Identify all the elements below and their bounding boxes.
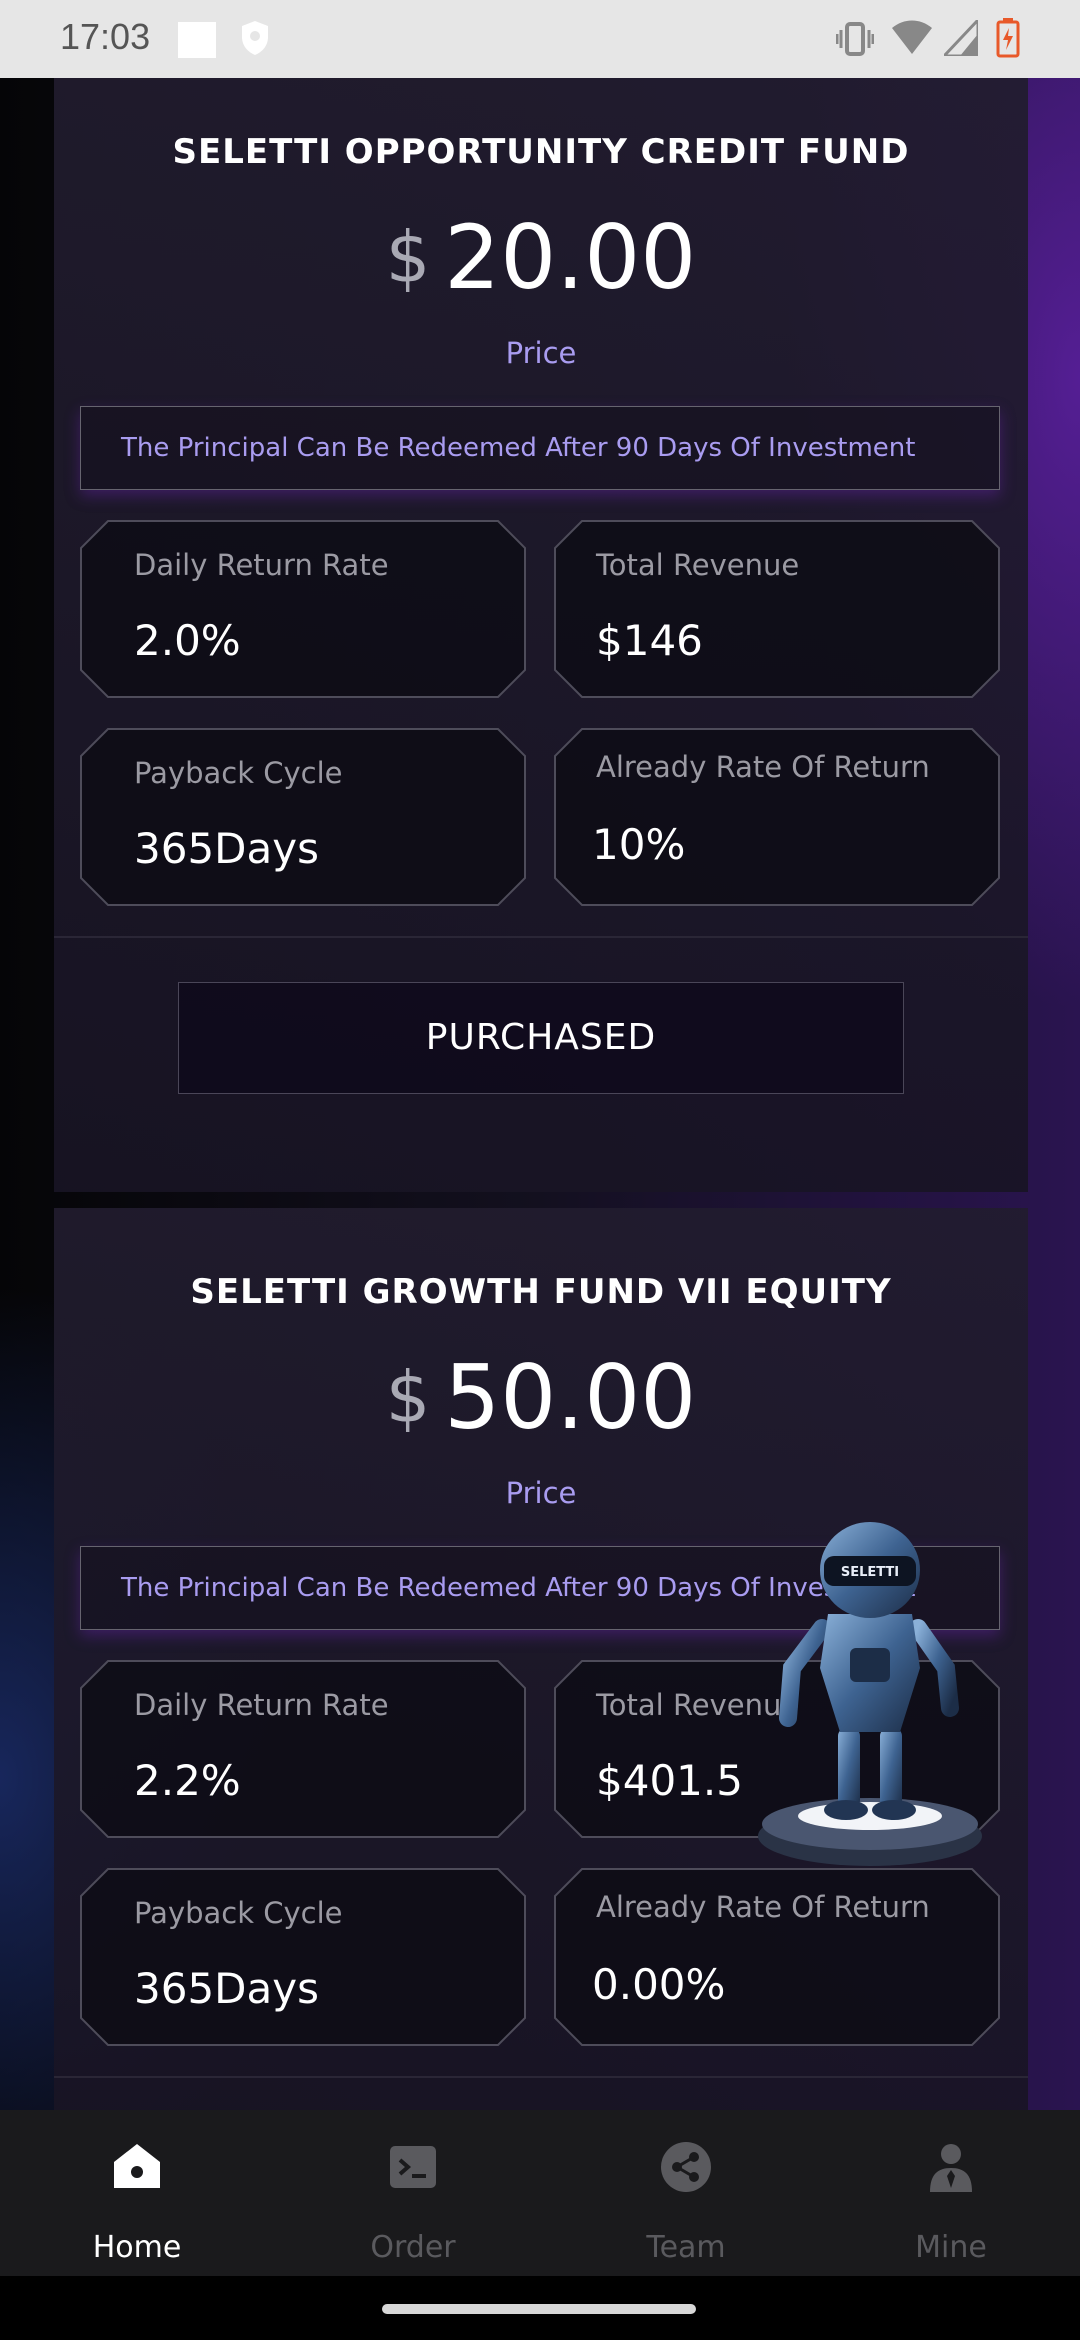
stat-value: 2.2% <box>134 1756 241 1805</box>
share-icon <box>659 2140 713 2198</box>
price-label: Price <box>505 1476 577 1510</box>
signal-icon <box>940 16 980 60</box>
terminal-icon <box>386 2140 440 2198</box>
nav-home[interactable]: Home <box>2 2110 272 2276</box>
home-gesture-bar[interactable] <box>382 2304 696 2314</box>
stat-value: 2.0% <box>134 616 241 665</box>
nav-label: Home <box>92 2230 182 2265</box>
home-icon <box>110 2140 164 2198</box>
card-divider <box>54 936 1028 938</box>
nav-team[interactable]: Team <box>551 2110 821 2276</box>
price-row: $50.00 <box>54 1346 1028 1449</box>
battery-charging-icon <box>996 18 1020 62</box>
stat-daily-return: Daily Return Rate 2.0% <box>80 520 526 698</box>
product-card: SELETTI OPPORTUNITY CREDIT FUND $20.00 P… <box>54 78 1028 1192</box>
price-value: 20.00 <box>444 206 697 309</box>
stat-total-revenue: Total Revenue $146 <box>554 520 1000 698</box>
stat-label: Total Revenue <box>596 548 800 582</box>
notification-square-icon <box>178 22 216 62</box>
stat-value: 0.00% <box>592 1960 726 2009</box>
person-icon <box>924 2140 978 2198</box>
currency-symbol: $ <box>385 1356 431 1439</box>
status-time: 17:03 <box>60 16 151 57</box>
stat-already-return: Already Rate Of Return 10% <box>554 728 1000 906</box>
currency-symbol: $ <box>385 216 431 299</box>
stat-frame <box>80 1868 526 2046</box>
stat-frame <box>554 520 1000 698</box>
stat-frame <box>80 1660 526 1838</box>
price-value: 50.00 <box>444 1346 697 1449</box>
nav-mine[interactable]: Mine <box>816 2110 1080 2276</box>
stat-frame <box>80 728 526 906</box>
stat-already-return: Already Rate Of Return 0.00% <box>554 1868 1000 2046</box>
stat-value: $146 <box>596 616 703 665</box>
robot-badge: SELETTI <box>841 1565 899 1580</box>
stat-payback-cycle: Payback Cycle 365Days <box>80 1868 526 2046</box>
shield-icon <box>240 20 270 60</box>
stat-label: Daily Return Rate <box>134 1688 389 1722</box>
robot-assistant-button[interactable]: SELETTI <box>750 1518 990 1874</box>
nav-label: Order <box>370 2230 456 2265</box>
price-label: Price <box>505 336 577 370</box>
stat-value: 10% <box>592 820 686 869</box>
status-bar: 17:03 <box>0 0 1080 78</box>
stat-daily-return: Daily Return Rate 2.2% <box>80 1660 526 1838</box>
product-title: SELETTI OPPORTUNITY CREDIT FUND <box>172 132 910 172</box>
stat-value: $401.5 <box>596 1756 743 1805</box>
purchased-button[interactable]: PURCHASED <box>178 982 904 1094</box>
bottom-navigation: Home Order Team Mine <box>0 2110 1080 2276</box>
vibrate-icon <box>835 22 875 60</box>
nav-label: Team <box>646 2230 726 2265</box>
stat-label: Already Rate Of Return <box>596 1890 930 1924</box>
stat-label: Already Rate Of Return <box>596 750 930 784</box>
nav-order[interactable]: Order <box>278 2110 548 2276</box>
product-title: SELETTI GROWTH FUND VII EQUITY <box>190 1272 892 1312</box>
nav-label: Mine <box>915 2230 987 2265</box>
redemption-notice: The Principal Can Be Redeemed After 90 D… <box>80 406 1000 490</box>
stat-label: Daily Return Rate <box>134 548 389 582</box>
stat-payback-cycle: Payback Cycle 365Days <box>80 728 526 906</box>
stat-frame <box>80 520 526 698</box>
stat-value: 365Days <box>134 824 319 873</box>
notice-text: The Principal Can Be Redeemed After 90 D… <box>121 433 916 463</box>
stat-label: Payback Cycle <box>134 756 343 790</box>
gesture-area <box>0 2276 1080 2340</box>
stat-value: 365Days <box>134 1964 319 2013</box>
stat-label: Payback Cycle <box>134 1896 343 1930</box>
wifi-icon <box>892 20 932 60</box>
card-divider <box>54 2076 1028 2078</box>
price-row: $20.00 <box>54 206 1028 309</box>
